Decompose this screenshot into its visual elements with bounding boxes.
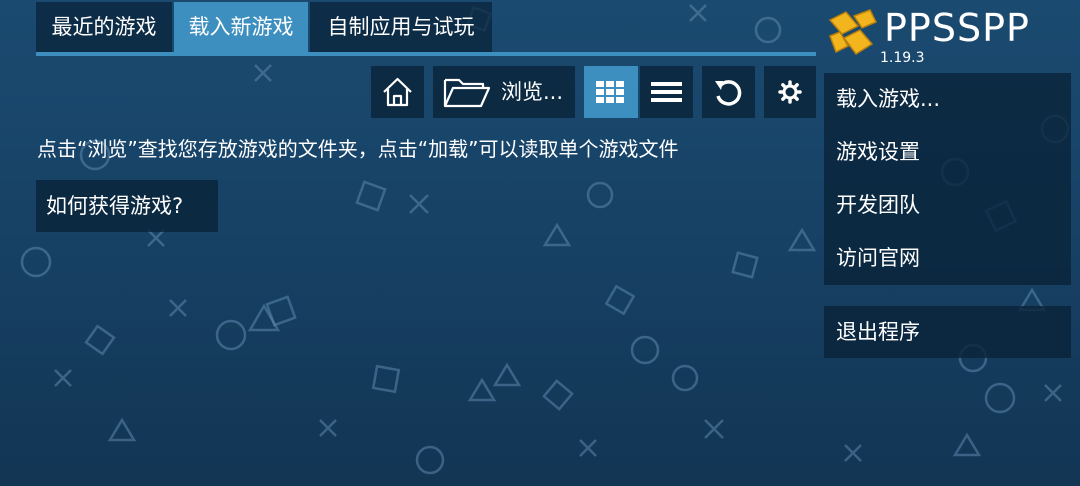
menu-item-website[interactable]: 访问官网 (836, 232, 920, 285)
main-menu: 载入游戏... 游戏设置 开发团队 访问官网 (824, 73, 1071, 285)
list-view-button[interactable] (640, 66, 693, 118)
browse-hint-text: 点击“浏览”查找您存放游戏的文件夹，点击“加载”可以读取单个游戏文件 (37, 137, 679, 161)
tab-recent-games[interactable]: 最近的游戏 (36, 2, 172, 52)
gear-icon (778, 80, 802, 104)
tab-underline (36, 52, 816, 56)
ppsspp-logo-icon (828, 9, 878, 56)
list-view-icon (651, 82, 682, 102)
tab-homebrew-demos[interactable]: 自制应用与试玩 (310, 2, 492, 52)
refresh-icon (715, 80, 742, 106)
settings-button[interactable] (764, 66, 816, 118)
menu-item-load-game[interactable]: 载入游戏... (836, 73, 940, 126)
app-title: PPSSPP (884, 6, 1030, 50)
exit-button[interactable]: 退出程序 (836, 306, 920, 359)
home-button[interactable] (371, 66, 424, 118)
refresh-button[interactable] (702, 66, 755, 118)
menu-item-credits[interactable]: 开发团队 (836, 179, 920, 232)
grid-view-icon (596, 81, 624, 103)
version-label: 1.19.3 (880, 50, 925, 66)
tab-load-new-game[interactable]: 载入新游戏 (174, 2, 308, 52)
how-to-get-games-button[interactable]: 如何获得游戏? (36, 180, 218, 232)
exit-panel: 退出程序 (824, 306, 1071, 358)
browse-label: 浏览... (501, 80, 564, 104)
grid-view-button[interactable] (584, 66, 638, 118)
folder-icon (443, 78, 491, 108)
browse-button[interactable]: 浏览... (433, 66, 575, 118)
home-icon (383, 77, 412, 107)
menu-item-game-settings[interactable]: 游戏设置 (836, 126, 920, 179)
